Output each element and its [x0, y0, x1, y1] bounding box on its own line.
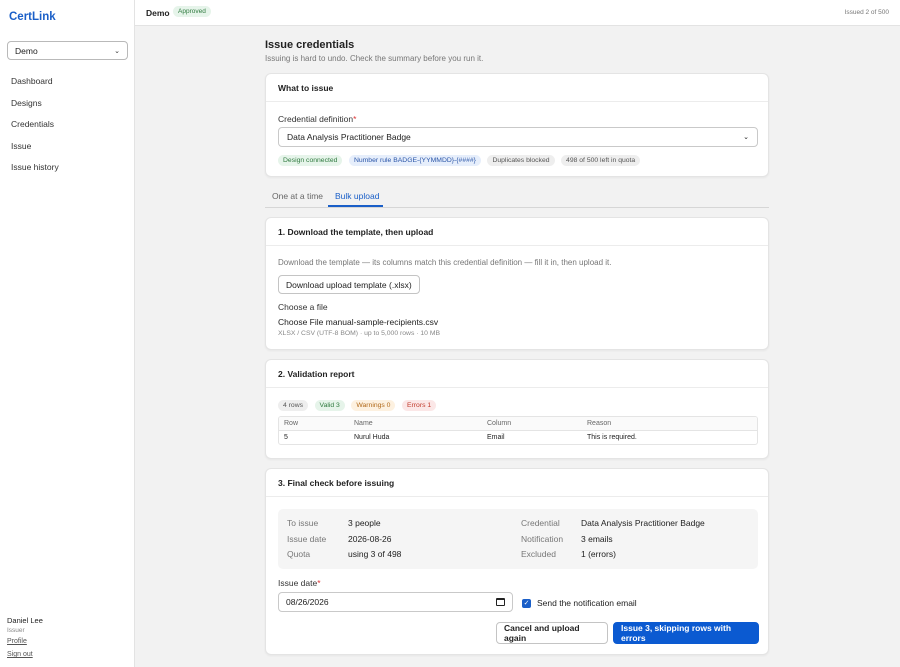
- summary-label: Excluded: [521, 549, 556, 559]
- page-subtitle: Issuing is hard to undo. Check the summa…: [265, 54, 484, 63]
- file-label: Choose a file: [278, 302, 328, 312]
- definition-pills: Design connected Number rule BADGE-{YYMM…: [278, 154, 644, 166]
- card-heading: 2. Validation report: [266, 360, 768, 388]
- column-header: Column: [482, 417, 582, 431]
- required-mark: *: [317, 578, 321, 588]
- summary-value: Data Analysis Practitioner Badge: [581, 518, 705, 528]
- card-heading: What to issue: [266, 74, 768, 102]
- credential-definition-label: Credential definition*: [278, 114, 356, 124]
- profile-link[interactable]: Profile: [7, 638, 27, 645]
- row-number: 5: [284, 434, 288, 441]
- sidebar-nav: Dashboard Designs Credentials Issue Issu…: [0, 72, 134, 180]
- column-header: Name: [349, 417, 482, 431]
- sign-out-link[interactable]: Sign out: [7, 651, 33, 658]
- card-heading: 3. Final check before issuing: [266, 469, 768, 497]
- calendar-icon[interactable]: [496, 598, 505, 606]
- valid-count: Valid 3: [314, 400, 345, 411]
- file-hint: XLSX / CSV (UTF-8 BOM) · up to 5,000 row…: [278, 330, 441, 337]
- issue-date-input[interactable]: 08/26/2026: [278, 592, 513, 612]
- issue-credentials-button[interactable]: Issue 3, skipping rows with errors: [613, 622, 759, 644]
- tab-bulk-upload[interactable]: Bulk upload: [335, 191, 379, 201]
- status-badge: Approved: [173, 6, 211, 17]
- duplicates-blocked-pill: Duplicates blocked: [487, 155, 555, 166]
- column-header: Reason: [582, 417, 757, 431]
- sidebar-item-designs[interactable]: Designs: [0, 94, 134, 116]
- credential-definition-select[interactable]: Data Analysis Practitioner Badge ⌄: [278, 127, 758, 147]
- issue-date-label: Issue date*: [278, 578, 321, 588]
- what-to-issue-card: What to issue Credential definition* Dat…: [265, 73, 769, 177]
- sidebar: CertLink Demo ⌄ Dashboard Designs Creden…: [0, 0, 135, 667]
- page-title: Issue credentials: [265, 39, 355, 51]
- choose-file-button[interactable]: Choose File: [278, 317, 323, 327]
- number-rule-pill: Number rule BADGE-{YYMMDD}-{####}: [348, 155, 481, 166]
- sidebar-item-issue[interactable]: Issue: [0, 137, 134, 159]
- row-reason: This is required.: [587, 434, 637, 441]
- design-connected-pill: Design connected: [278, 155, 343, 166]
- issue-mode-tabs: One at a time Bulk upload: [265, 186, 769, 208]
- app-logo[interactable]: CertLink: [9, 11, 56, 23]
- step2-card: 2. Validation report 4 rows Valid 3 Warn…: [265, 359, 769, 459]
- user-info: Daniel Lee Issuer: [7, 616, 43, 634]
- credential-definition-value: Data Analysis Practitioner Badge: [287, 132, 411, 142]
- summary-label: Notification: [521, 534, 564, 544]
- template-description: Download the template — its columns matc…: [278, 258, 612, 267]
- cancel-upload-again-button[interactable]: Cancel and upload again: [496, 622, 608, 644]
- errors-count: Errors 1: [401, 400, 437, 411]
- tab-one-at-a-time[interactable]: One at a time: [272, 191, 323, 201]
- summary-value: using 3 of 498: [348, 549, 402, 559]
- column-header: Row: [279, 417, 349, 431]
- org-name: Demo: [146, 8, 170, 18]
- row-column: Email: [487, 434, 505, 441]
- warnings-count: Warnings 0: [351, 400, 396, 411]
- sidebar-item-dashboard[interactable]: Dashboard: [0, 72, 134, 94]
- chevron-down-icon: ⌄: [743, 134, 749, 141]
- final-summary: To issue 3 people Issue date 2026-08-26 …: [278, 509, 758, 569]
- sidebar-item-credentials[interactable]: Credentials: [0, 115, 134, 137]
- issue-date-value: 08/26/2026: [286, 597, 329, 607]
- summary-label: Issue date: [287, 534, 327, 544]
- top-bar: Demo Approved Issued 2 of 500: [135, 0, 900, 26]
- step3-card: 3. Final check before issuing To issue 3…: [265, 468, 769, 655]
- workspace-select-value: Demo: [15, 45, 38, 56]
- required-mark: *: [353, 114, 357, 124]
- file-input[interactable]: Choose File manual-sample-recipients.csv: [278, 317, 438, 327]
- selected-file-name: manual-sample-recipients.csv: [325, 317, 439, 327]
- notify-checkbox-label[interactable]: Send the notification email: [537, 598, 637, 608]
- summary-value: 3 people: [348, 518, 381, 528]
- sidebar-item-issue-history[interactable]: Issue history: [0, 158, 134, 180]
- summary-value: 3 emails: [581, 534, 613, 544]
- validation-table: Row Name Column Reason 5 Nurul Huda Emai…: [278, 416, 758, 445]
- user-role: Issuer: [7, 627, 25, 634]
- issued-counter: Issued 2 of 500: [844, 9, 889, 16]
- chevron-down-icon: ⌄: [114, 47, 120, 55]
- notify-option: ✓ Send the notification email: [522, 598, 637, 608]
- workspace-select[interactable]: Demo ⌄: [7, 41, 128, 60]
- issue-date-label-text: Issue date: [278, 578, 318, 588]
- credential-definition-label-text: Credential definition: [278, 114, 354, 124]
- quota-left-pill: 498 of 500 left in quota: [561, 155, 641, 166]
- summary-value: 2026-08-26: [348, 534, 392, 544]
- summary-label: Credential: [521, 518, 560, 528]
- notify-checkbox[interactable]: ✓: [522, 598, 531, 608]
- active-tab-indicator: [328, 205, 383, 207]
- download-template-button[interactable]: Download upload template (.xlsx): [278, 275, 420, 294]
- validation-counts: 4 rows Valid 3 Warnings 0 Errors 1: [278, 399, 440, 411]
- row-name: Nurul Huda: [354, 434, 390, 441]
- rows-count: 4 rows: [278, 400, 309, 411]
- step1-card: 1. Download the template, then upload Do…: [265, 217, 769, 350]
- table-header-row: Row Name Column Reason: [279, 417, 757, 431]
- summary-label: To issue: [287, 518, 319, 528]
- user-name: Daniel Lee: [7, 616, 43, 625]
- summary-value: 1 (errors): [581, 549, 616, 559]
- table-row: 5 Nurul Huda Email This is required.: [279, 431, 757, 445]
- card-heading: 1. Download the template, then upload: [266, 218, 768, 246]
- summary-label: Quota: [287, 549, 311, 559]
